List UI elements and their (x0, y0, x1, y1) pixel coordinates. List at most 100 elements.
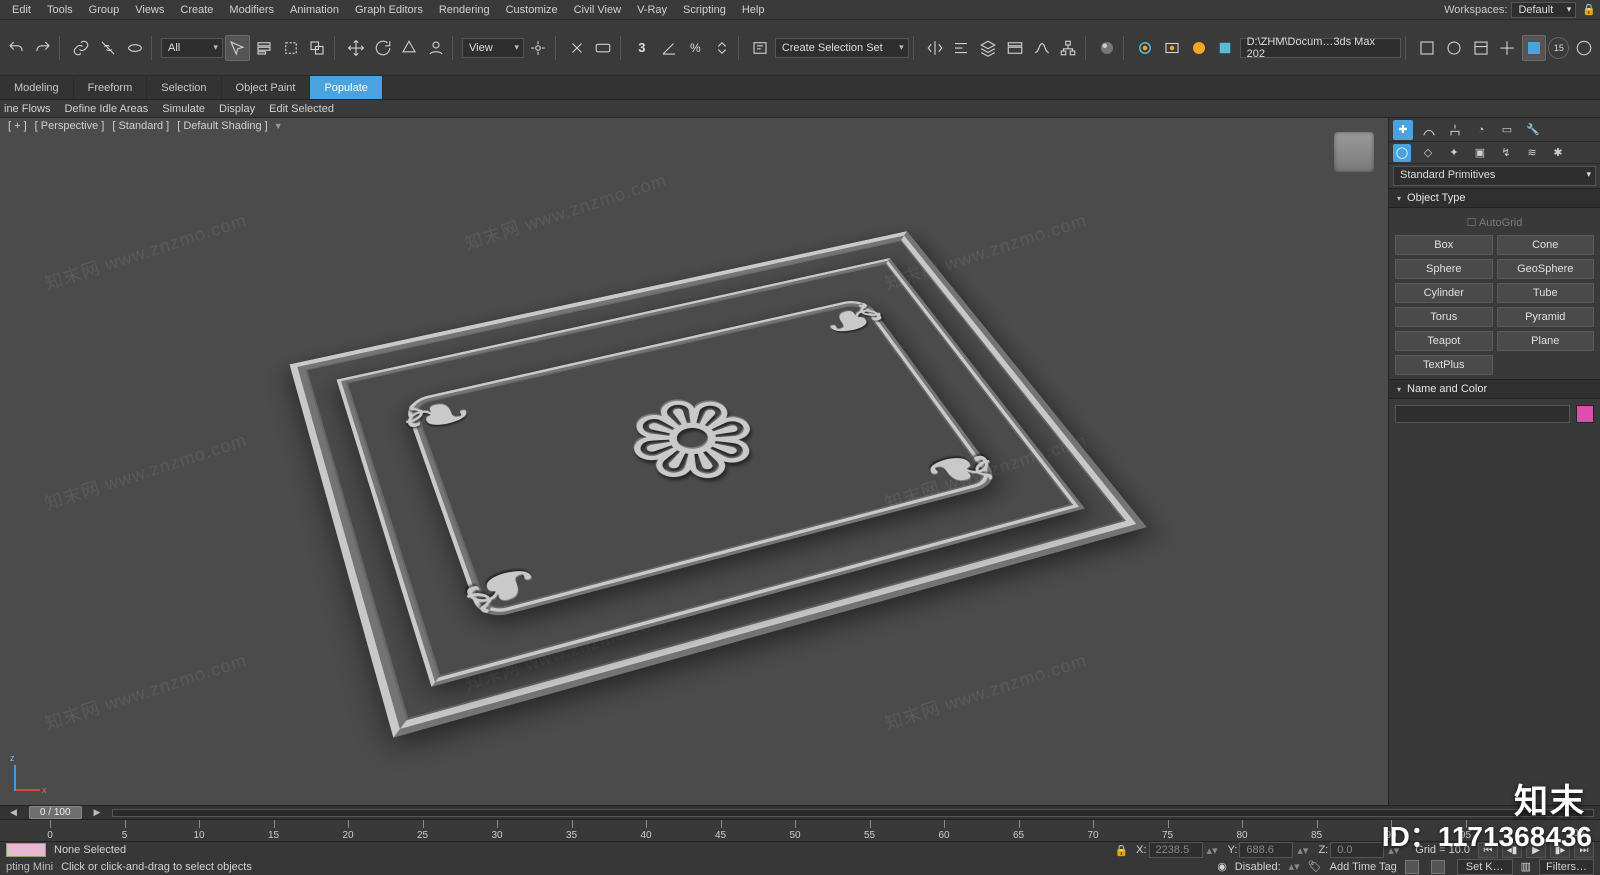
toggle-ribbon-button[interactable] (1003, 35, 1028, 61)
substrip-ineflows[interactable]: ine Flows (4, 103, 50, 115)
project-path-field[interactable]: D:\ZHM\Docum…3ds Max 202 (1240, 38, 1402, 58)
menu-civilview[interactable]: Civil View (566, 2, 629, 18)
edit-named-sel-button[interactable] (748, 35, 773, 61)
cat-systems-icon[interactable]: ✱ (1549, 144, 1567, 162)
rect-region-button[interactable] (278, 35, 303, 61)
prev-key-icon[interactable]: ◀ (6, 807, 21, 818)
utility-btn-4[interactable] (1495, 35, 1520, 61)
keyfilters-icon[interactable]: ▥ (1521, 860, 1531, 873)
cat-geometry-icon[interactable]: ◯ (1393, 144, 1411, 162)
unlink-button[interactable] (96, 35, 121, 61)
rollout-name-and-color[interactable]: Name and Color (1389, 379, 1600, 399)
schematic-view-button[interactable] (1056, 35, 1081, 61)
tab-motion-icon[interactable]: ◔ (1471, 120, 1491, 140)
autogrid-checkbox[interactable]: ☐ AutoGrid (1395, 212, 1594, 235)
ref-coord-combo[interactable]: View (462, 38, 524, 58)
prim-cylinder[interactable]: Cylinder (1395, 283, 1493, 303)
scale-button[interactable] (397, 35, 422, 61)
object-name-field[interactable] (1395, 405, 1570, 423)
prim-plane[interactable]: Plane (1497, 331, 1595, 351)
prim-box[interactable]: Box (1395, 235, 1493, 255)
tab-display-icon[interactable]: ▭ (1497, 120, 1517, 140)
prim-sphere[interactable]: Sphere (1395, 259, 1493, 279)
render-iter-button[interactable] (1213, 35, 1238, 61)
cat-helpers-icon[interactable]: ↯ (1497, 144, 1515, 162)
menu-help[interactable]: Help (734, 2, 773, 18)
select-by-name-button[interactable] (252, 35, 277, 61)
render-frame-button[interactable] (1159, 35, 1184, 61)
utility-btn-5[interactable] (1522, 35, 1547, 61)
pivot-center-button[interactable] (526, 35, 551, 61)
menu-scripting[interactable]: Scripting (675, 2, 734, 18)
undo-button[interactable] (4, 35, 29, 61)
rotate-button[interactable] (370, 35, 395, 61)
prev-frame-button[interactable]: ◂▮ (1502, 842, 1522, 858)
menu-grapheditors[interactable]: Graph Editors (347, 2, 431, 18)
menu-vray[interactable]: V-Ray (629, 2, 675, 18)
link-button[interactable] (69, 35, 94, 61)
utility-btn-1[interactable] (1415, 35, 1440, 61)
placement-button[interactable] (424, 35, 449, 61)
ribbon-tab-populate[interactable]: Populate (310, 76, 382, 99)
prim-cone[interactable]: Cone (1497, 235, 1595, 255)
coord-y-field[interactable]: 688.6 (1239, 842, 1293, 858)
substrip-display[interactable]: Display (219, 103, 255, 115)
vp-filter-icon[interactable]: ▼ (274, 121, 283, 131)
menu-tools[interactable]: Tools (39, 2, 81, 18)
menu-views[interactable]: Views (127, 2, 172, 18)
ribbon-tab-modeling[interactable]: Modeling (0, 76, 74, 99)
prim-textplus[interactable]: TextPlus (1395, 355, 1493, 375)
prim-tube[interactable]: Tube (1497, 283, 1595, 303)
selection-filter-combo[interactable]: All (161, 38, 223, 58)
play-button[interactable]: ▶ (1526, 842, 1546, 858)
bind-space-warp-button[interactable] (123, 35, 148, 61)
render-prod-button[interactable] (1186, 35, 1211, 61)
disabled-stepper-icon[interactable]: ▴▾ (1289, 860, 1300, 873)
time-slider-track[interactable] (112, 809, 1594, 817)
model-ceiling-panel[interactable]: ❁ ❧ ❧ ❧ ❧ (290, 231, 1147, 737)
workspace-lock-icon[interactable]: 🔒 (1582, 3, 1596, 16)
tab-hierarchy-icon[interactable] (1445, 120, 1465, 140)
cat-spacewarps-icon[interactable]: ≋ (1523, 144, 1541, 162)
object-color-swatch[interactable] (1576, 405, 1594, 423)
menu-modifiers[interactable]: Modifiers (221, 2, 282, 18)
redo-button[interactable] (31, 35, 56, 61)
time-tag-icon[interactable]: 🏷 (1308, 860, 1322, 873)
tab-create-icon[interactable]: ✚ (1393, 120, 1413, 140)
viewport-perspective[interactable]: [ + ] [ Perspective ] [ Standard ] [ Def… (0, 118, 1388, 805)
material-editor-button[interactable] (1094, 35, 1119, 61)
set-key-button[interactable]: Set K… (1457, 859, 1513, 875)
coord-x-field[interactable]: 2238.5 (1149, 842, 1203, 858)
time-slider-knob[interactable]: 0 / 100 (29, 806, 82, 819)
cat-shapes-icon[interactable]: ◇ (1419, 144, 1437, 162)
snap-toggle-button[interactable]: 3 (630, 35, 655, 61)
vp-render[interactable]: [ Standard ] (110, 120, 171, 132)
spinner-snap-button[interactable] (710, 35, 735, 61)
menu-create[interactable]: Create (172, 2, 221, 18)
menu-customize[interactable]: Customize (498, 2, 566, 18)
window-crossing-button[interactable] (305, 35, 330, 61)
menu-rendering[interactable]: Rendering (431, 2, 498, 18)
workspaces-combo[interactable]: Default (1511, 2, 1576, 18)
vp-plus[interactable]: [ + ] (6, 120, 29, 132)
menu-edit[interactable]: Edit (4, 2, 39, 18)
selection-lock-icon[interactable]: 🔒 (1114, 844, 1128, 857)
isolate-toggle-icon[interactable]: ◉ (1217, 860, 1227, 873)
viewcube[interactable] (1334, 132, 1374, 172)
ribbon-tab-objectpaint[interactable]: Object Paint (222, 76, 311, 99)
align-button[interactable] (949, 35, 974, 61)
cat-cameras-icon[interactable]: ▣ (1471, 144, 1489, 162)
vp-shade[interactable]: [ Default Shading ] (175, 120, 270, 132)
next-frame-button[interactable]: ▮▸ (1550, 842, 1570, 858)
move-button[interactable] (343, 35, 368, 61)
goto-start-button[interactable]: ⏮ (1478, 842, 1498, 858)
time-slider[interactable]: ◀ 0 / 100 ▶ (0, 805, 1600, 819)
add-time-tag[interactable]: Add Time Tag (1330, 861, 1397, 873)
prim-pyramid[interactable]: Pyramid (1497, 307, 1595, 327)
select-object-button[interactable] (225, 35, 250, 61)
key-filters-button[interactable]: Filters… (1539, 859, 1594, 875)
layer-explorer-button[interactable] (976, 35, 1001, 61)
viewport-label[interactable]: [ + ] [ Perspective ] [ Standard ] [ Def… (6, 120, 283, 132)
primitive-category-combo[interactable]: Standard Primitives (1393, 166, 1596, 186)
ribbon-tab-selection[interactable]: Selection (147, 76, 221, 99)
